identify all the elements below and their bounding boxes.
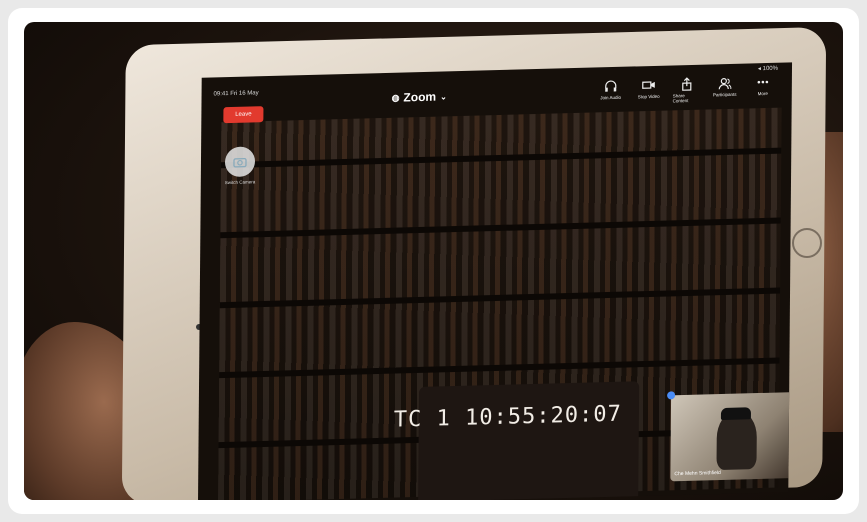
more-icon: [757, 80, 769, 84]
participant-cap: [720, 407, 752, 421]
share-content-label: Share Content: [672, 93, 689, 104]
shield-icon: ◍: [391, 92, 400, 103]
share-content-button[interactable]: Share Content: [672, 77, 701, 104]
status-time: 09:41 Fri 16 May: [213, 90, 259, 98]
meeting-toolbar: Join Audio Stop Video Share Content Part…: [597, 75, 777, 106]
shelf: [220, 217, 781, 239]
participants-label: Participants: [712, 91, 737, 98]
participants-button[interactable]: Participants: [711, 76, 739, 103]
camera-switch-icon: [225, 146, 256, 178]
join-audio-button[interactable]: Join Audio: [597, 79, 625, 106]
self-view-thumbnail[interactable]: Che Mehn Smithfield: [670, 391, 793, 482]
more-label: More: [757, 90, 768, 97]
headphones-icon: [605, 80, 617, 92]
stop-video-button[interactable]: Stop Video: [635, 78, 663, 105]
shelf: [220, 147, 782, 169]
meeting-title[interactable]: ◍ Zoom ⌄: [391, 89, 447, 105]
switch-camera-button[interactable]: Switch Camera: [225, 146, 256, 185]
video-camera-icon: [642, 81, 655, 89]
meeting-title-text: Zoom: [403, 89, 437, 105]
share-icon: [682, 77, 692, 91]
image-frame: TC 1 10:55:20:07 09:41 Fri 16 May ◂ 100%…: [8, 8, 859, 514]
self-view-name: Che Mehn Smithfield: [674, 469, 721, 478]
stop-video-label: Stop Video: [637, 93, 660, 100]
chair-back: [418, 381, 640, 500]
shelf: [219, 287, 781, 309]
leave-button[interactable]: Leave: [223, 106, 264, 124]
join-audio-label: Join Audio: [600, 94, 622, 101]
participants-icon: [718, 78, 732, 90]
more-button[interactable]: More: [749, 75, 777, 102]
shelf: [219, 357, 780, 379]
chevron-down-icon: ⌄: [440, 91, 447, 102]
zoom-screen: TC 1 10:55:20:07 09:41 Fri 16 May ◂ 100%…: [197, 62, 793, 500]
photo-background: TC 1 10:55:20:07 09:41 Fri 16 May ◂ 100%…: [24, 22, 843, 500]
status-battery: ◂ 100%: [757, 65, 779, 73]
switch-camera-label: Switch Camera: [224, 179, 256, 186]
home-button: [792, 228, 822, 258]
